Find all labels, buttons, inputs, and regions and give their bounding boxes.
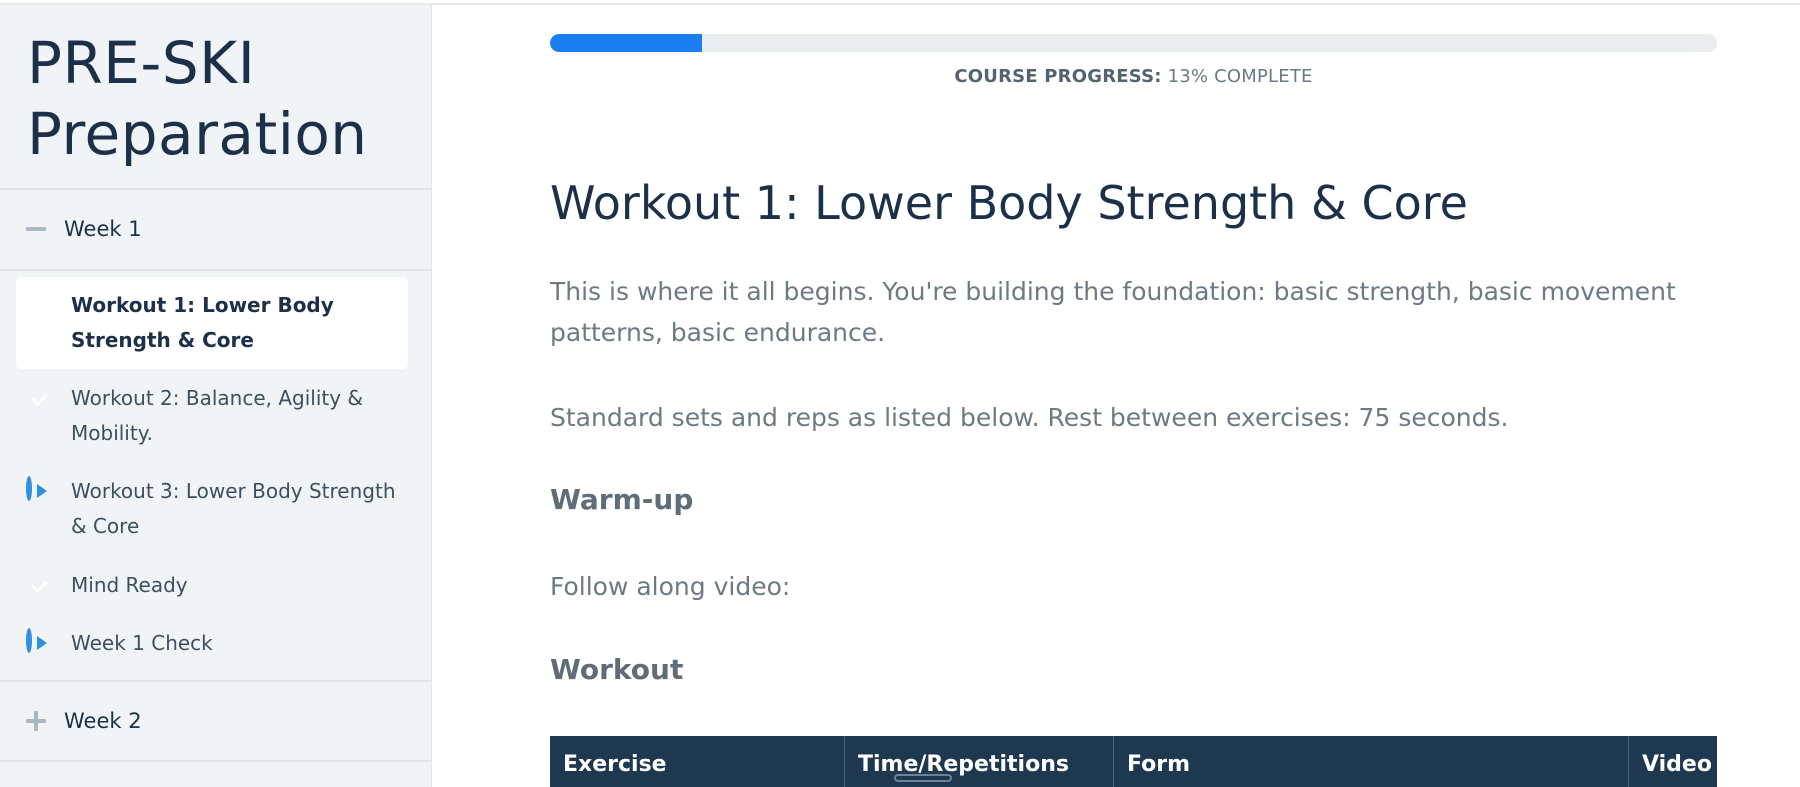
- lesson-title: Workout 1: Lower Body Strength & Core: [550, 176, 1468, 230]
- check-icon: [26, 386, 52, 412]
- lesson-label: Week 1 Check: [71, 631, 213, 655]
- course-progress-text: COURSE PROGRESS: 13% COMPLETE: [550, 66, 1717, 87]
- lesson-item-week-1-check[interactable]: Week 1 Check: [16, 624, 408, 664]
- lesson-label: Workout 3: Lower Body Strength & Core: [71, 479, 396, 538]
- course-progress-bar: [550, 34, 1717, 52]
- lesson-item-workout-1[interactable]: Workout 1: Lower Body Strength & Core: [16, 277, 408, 369]
- week-1-label: Week 1: [64, 217, 142, 241]
- collapse-minus-icon[interactable]: [26, 219, 46, 239]
- table-header-exercise[interactable]: Exercise: [550, 736, 845, 787]
- play-icon: [26, 628, 52, 657]
- course-title-line-2: Preparation: [27, 100, 368, 168]
- warmup-heading: Warm-up: [550, 483, 694, 516]
- course-title: PRE-SKI Preparation: [27, 28, 368, 170]
- check-icon: [26, 294, 52, 320]
- lesson-item-workout-3[interactable]: Workout 3: Lower Body Strength & Core: [16, 463, 408, 555]
- expand-plus-icon[interactable]: [26, 711, 46, 731]
- course-progress-fill: [550, 34, 702, 52]
- week-1-toggle[interactable]: Week 1: [0, 188, 432, 270]
- course-sidebar: PRE-SKI Preparation Week 1 Workout 1: Lo…: [0, 0, 432, 787]
- workout-heading: Workout: [550, 653, 684, 686]
- play-icon: [26, 476, 52, 505]
- course-title-line-1: PRE-SKI: [27, 29, 256, 97]
- week-2-toggle[interactable]: Week 2: [0, 680, 432, 762]
- check-icon: [26, 573, 52, 599]
- progress-label: COURSE PROGRESS:: [954, 66, 1162, 87]
- table-header-form[interactable]: Form: [1114, 736, 1629, 787]
- table-header-time-repetitions[interactable]: Time/Repetitions: [845, 736, 1114, 787]
- lesson-item-mind-ready[interactable]: Mind Ready: [16, 566, 408, 606]
- sidebar-divider: [0, 269, 432, 271]
- progress-value: 13% COMPLETE: [1167, 66, 1313, 87]
- lesson-item-workout-2[interactable]: Workout 2: Balance, Agility & Mobility.: [16, 370, 408, 462]
- lesson-label: Mind Ready: [71, 573, 188, 597]
- workout-table: Exercise Time/Repetitions Form Video: [550, 736, 1717, 787]
- lesson-content: COURSE PROGRESS: 13% COMPLETE Workout 1:…: [432, 0, 1800, 787]
- lesson-intro: This is where it all begins. You're buil…: [550, 277, 1676, 347]
- follow-along-text: Follow along video:: [550, 572, 791, 601]
- week-2-label: Week 2: [64, 709, 142, 733]
- table-header-video[interactable]: Video: [1629, 736, 1717, 787]
- lesson-label: Workout 2: Balance, Agility & Mobility.: [71, 386, 364, 445]
- lesson-rest-info: Standard sets and reps as listed below. …: [550, 403, 1509, 432]
- horizontal-scroll-handle[interactable]: [894, 774, 952, 782]
- top-border: [0, 0, 1800, 5]
- sidebar-divider: [0, 760, 432, 762]
- lesson-label: Workout 1: Lower Body Strength & Core: [71, 293, 334, 352]
